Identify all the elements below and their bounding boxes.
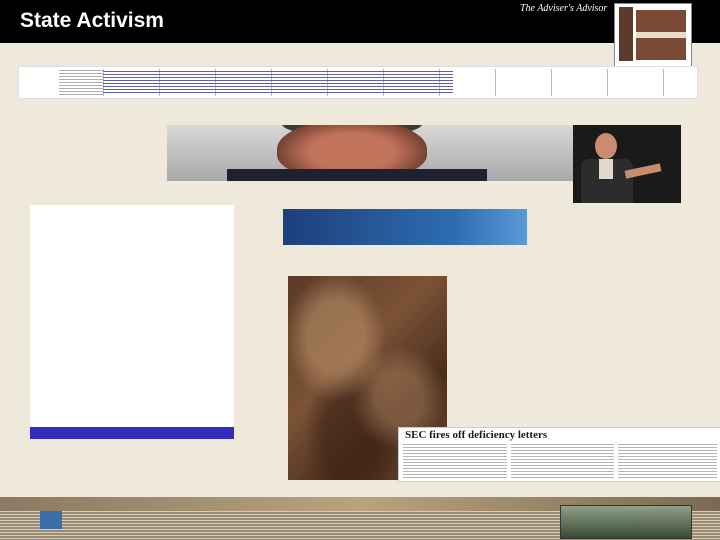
news-column-gap <box>507 442 511 481</box>
footer-badge-icon <box>40 511 62 529</box>
market-counsel-logo <box>614 3 692 68</box>
speaker-at-podium-photo <box>573 125 681 203</box>
spreadsheet-strip <box>18 66 698 99</box>
nag-blue-bar <box>30 427 234 439</box>
strip-data-lines <box>103 71 453 95</box>
speaker-head <box>595 133 617 159</box>
news-body-text <box>403 444 717 478</box>
footer-photo-thumb <box>560 505 692 539</box>
man-portrait-banner <box>167 125 573 181</box>
speaker-shirt <box>599 159 613 179</box>
logo-mark-icon <box>619 7 633 61</box>
newspaper-clipping: SEC fires off deficiency letters <box>398 427 720 482</box>
strip-row-labels <box>59 70 103 95</box>
nasaa-banner <box>283 209 527 245</box>
news-headline: SEC fires off deficiency letters <box>405 429 548 441</box>
slide-header: State Activism The Adviser's Advisor <box>0 0 720 43</box>
portrait-suit <box>227 169 487 181</box>
attorneys-general-logo <box>30 205 234 439</box>
logo-wordmark <box>636 10 686 60</box>
news-column-gap <box>614 442 618 481</box>
tagline: The Adviser's Advisor <box>520 3 608 14</box>
slide-title: State Activism <box>20 9 164 32</box>
newsletter-footer-strip <box>0 497 720 540</box>
